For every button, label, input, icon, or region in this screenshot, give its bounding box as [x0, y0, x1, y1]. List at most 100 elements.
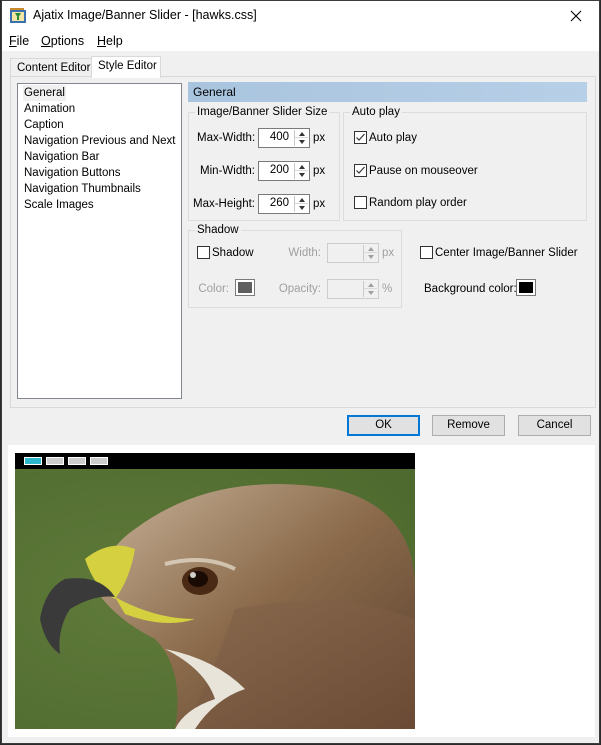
min-width-label: Min-Width: [200, 165, 255, 177]
close-button[interactable] [553, 1, 599, 31]
slider-nav-button-2[interactable] [46, 457, 64, 465]
menu-options[interactable]: Options [41, 34, 84, 48]
slider-navigation-bar [15, 453, 415, 469]
menu-options-label: ptions [50, 34, 85, 48]
max-width-increment[interactable] [295, 130, 308, 138]
max-width-spinner[interactable]: 400 [258, 128, 310, 148]
arrow-down-icon [367, 291, 374, 295]
list-item-general[interactable]: General [23, 85, 66, 101]
shadow-color-fill [238, 282, 252, 293]
min-width-decrement[interactable] [295, 171, 308, 179]
size-group-label: Image/Banner Slider Size [195, 105, 330, 119]
max-width-spin-buttons [294, 130, 308, 146]
arrow-down-icon [298, 140, 305, 144]
list-item-scale-images[interactable]: Scale Images [23, 197, 95, 213]
shadow-group-label: Shadow [195, 223, 241, 237]
arrow-up-icon [367, 282, 374, 287]
section-header: General [188, 82, 587, 102]
shadow-width-label: Width: [288, 247, 321, 259]
checkmark-icon [356, 133, 365, 141]
tab-style-editor[interactable]: Style Editor [91, 56, 161, 78]
random-play-order-checkbox[interactable]: Random play order [354, 196, 467, 209]
shadow-width-spinner[interactable] [327, 243, 379, 263]
shadow-groupbox: Shadow Shadow Width: px Color: Opacity: [188, 223, 402, 308]
list-item-caption[interactable]: Caption [23, 117, 65, 133]
center-slider-checkbox-box[interactable] [420, 246, 433, 259]
arrow-up-icon [298, 197, 305, 202]
min-width-spin-buttons [294, 163, 308, 179]
min-width-increment[interactable] [295, 163, 308, 171]
auto-play-checkbox[interactable]: Auto play [354, 131, 417, 144]
shadow-checkbox-box[interactable] [197, 246, 210, 259]
shadow-opacity-label: Opacity: [278, 283, 321, 295]
max-width-decrement[interactable] [295, 138, 308, 146]
list-item-navigation-buttons[interactable]: Navigation Buttons [23, 165, 122, 181]
shadow-opacity-increment[interactable] [364, 281, 377, 289]
max-height-label: Max-Height: [193, 198, 255, 210]
slider-nav-button-3[interactable] [68, 457, 86, 465]
remove-button[interactable]: Remove [432, 415, 505, 436]
arrow-up-icon [298, 131, 305, 136]
menu-bar: File Options Help [2, 31, 599, 51]
menu-file-label: ile [16, 34, 30, 48]
window-title: Ajatix Image/Banner Slider - [hawks.css] [33, 8, 257, 22]
auto-play-label: Auto play [369, 131, 417, 144]
shadow-opacity-decrement[interactable] [364, 289, 377, 297]
background-color-label: Background color: [424, 283, 517, 295]
arrow-down-icon [367, 255, 374, 259]
menu-help[interactable]: Help [97, 34, 123, 48]
shadow-opacity-unit: % [382, 283, 393, 295]
center-slider-label: Center Image/Banner Slider [435, 246, 578, 259]
max-height-increment[interactable] [295, 196, 308, 204]
slider-nav-button-4[interactable] [90, 457, 108, 465]
list-item-navigation-thumbnails[interactable]: Navigation Thumbnails [23, 181, 142, 197]
ajatix-app-icon [10, 8, 26, 23]
list-item-navigation-prev-next[interactable]: Navigation Previous and Next [23, 133, 177, 149]
title-bar: Ajatix Image/Banner Slider - [hawks.css] [2, 1, 599, 31]
slider-nav-button-1[interactable] [24, 457, 42, 465]
shadow-color-swatch[interactable] [235, 279, 255, 296]
min-width-value: 200 [269, 164, 289, 176]
shadow-width-increment[interactable] [364, 245, 377, 253]
ok-button[interactable]: OK [347, 415, 420, 436]
autoplay-group-label: Auto play [350, 105, 402, 119]
min-width-unit: px [313, 165, 326, 177]
max-height-value: 260 [269, 197, 289, 209]
close-icon [570, 10, 582, 22]
slider-preview [8, 445, 595, 737]
style-editor-panel: General Animation Caption Navigation Pre… [10, 76, 596, 408]
menu-file[interactable]: File [9, 34, 29, 48]
pause-on-mouseover-checkbox[interactable]: Pause on mouseover [354, 164, 478, 177]
max-height-decrement[interactable] [295, 204, 308, 212]
hawk-photo [15, 469, 415, 729]
shadow-width-decrement[interactable] [364, 253, 377, 261]
max-height-spinner[interactable]: 260 [258, 194, 310, 214]
checkmark-icon [356, 166, 365, 174]
arrow-down-icon [298, 206, 305, 210]
style-category-list[interactable]: General Animation Caption Navigation Pre… [17, 83, 182, 399]
menu-file-mnemonic: F [9, 34, 17, 48]
auto-play-checkbox-box[interactable] [354, 131, 367, 144]
min-width-spinner[interactable]: 200 [258, 161, 310, 181]
center-slider-checkbox[interactable]: Center Image/Banner Slider [420, 246, 578, 259]
size-groupbox: Image/Banner Slider Size Max-Width: 400 … [188, 105, 340, 221]
arrow-down-icon [298, 173, 305, 177]
max-height-unit: px [313, 198, 326, 210]
cancel-button[interactable]: Cancel [518, 415, 591, 436]
random-play-order-label: Random play order [369, 196, 467, 209]
max-height-spin-buttons [294, 196, 308, 212]
max-width-label: Max-Width: [197, 132, 256, 144]
shadow-color-label: Color: [198, 283, 229, 295]
tab-content-editor[interactable]: Content Editor [10, 58, 92, 77]
shadow-opacity-spinner[interactable] [327, 279, 379, 299]
shadow-width-spin-buttons [363, 245, 377, 261]
pause-on-mouseover-checkbox-box[interactable] [354, 164, 367, 177]
list-item-animation[interactable]: Animation [23, 101, 76, 117]
background-color-swatch[interactable] [516, 279, 536, 296]
shadow-checkbox[interactable]: Shadow [197, 246, 254, 259]
random-play-order-checkbox-box[interactable] [354, 196, 367, 209]
shadow-opacity-spin-buttons [363, 281, 377, 297]
list-item-navigation-bar[interactable]: Navigation Bar [23, 149, 100, 165]
pause-on-mouseover-label: Pause on mouseover [369, 164, 478, 177]
image-slider[interactable] [15, 453, 415, 729]
